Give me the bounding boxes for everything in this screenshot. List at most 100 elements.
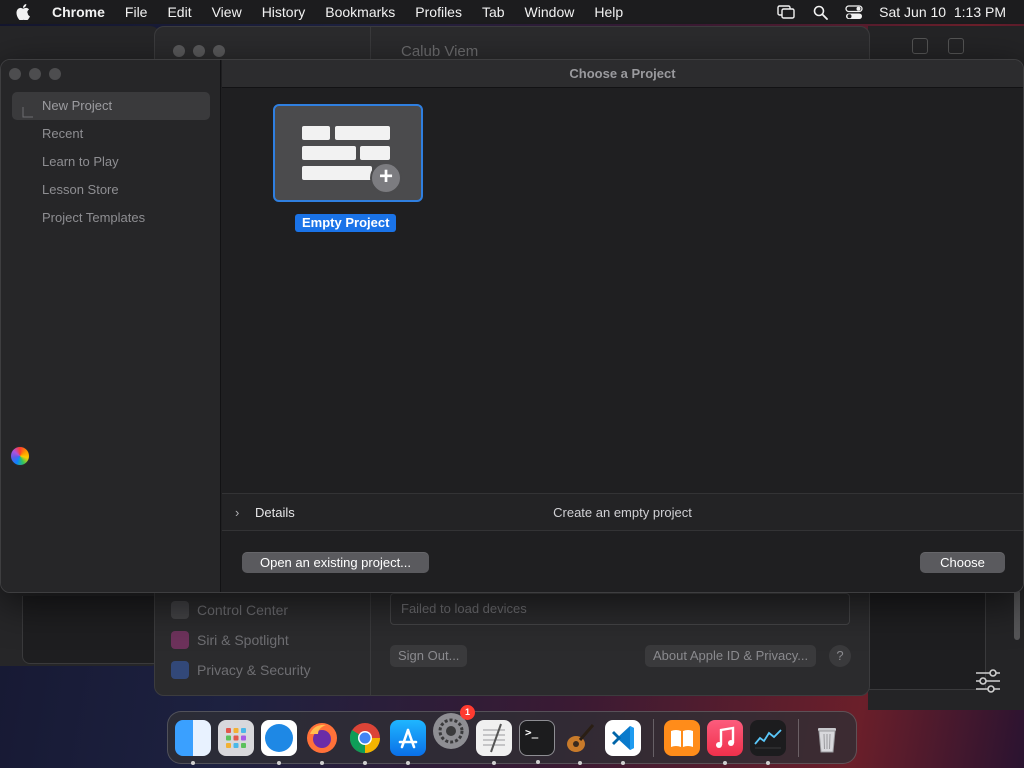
chrome-icon[interactable]: [347, 720, 383, 765]
screen-mirroring-icon[interactable]: [777, 3, 795, 21]
settings-row-label: Control Center: [197, 602, 289, 618]
choose-project-dialog: New Project Recent Learn to Play Lesson …: [0, 59, 1024, 593]
tabs-icon: [948, 38, 964, 54]
new-project-icon: [22, 100, 34, 118]
running-indicator: [621, 760, 625, 765]
template-grid: + Empty Project: [222, 89, 1023, 492]
firefox-icon[interactable]: [304, 720, 340, 765]
running-indicator: [363, 760, 367, 765]
menu-history[interactable]: History: [262, 4, 306, 20]
window-controls: [9, 68, 61, 80]
sign-out-button[interactable]: Sign Out...: [390, 645, 468, 667]
garageband-icon[interactable]: [562, 720, 598, 765]
sliders-icon[interactable]: [974, 668, 1002, 694]
system-settings-icon[interactable]: 1: [433, 704, 475, 749]
project-description: Create an empty project: [553, 505, 692, 520]
terminal-icon[interactable]: >_: [519, 719, 555, 764]
launchpad-icon[interactable]: [218, 719, 254, 756]
menu-view[interactable]: View: [212, 4, 242, 20]
share-icon: [912, 38, 928, 54]
minimize-button[interactable]: [29, 68, 41, 80]
menu-edit[interactable]: Edit: [167, 4, 191, 20]
menu-help[interactable]: Help: [594, 4, 623, 20]
menu-bar: Chrome File Edit View History Bookmarks …: [0, 0, 1024, 24]
running-indicator: [766, 760, 770, 765]
running-indicator: [277, 760, 281, 765]
menu-profiles[interactable]: Profiles: [415, 4, 462, 20]
sidebar-item-new-project[interactable]: New Project: [12, 92, 210, 120]
background-window-left-panel: [22, 596, 162, 664]
close-button[interactable]: [9, 68, 21, 80]
settings-sidebar: Control Center Siri & Spotlight Privacy …: [171, 595, 311, 685]
sidebar-item-recent[interactable]: Recent: [12, 120, 210, 148]
background-panel: [868, 592, 986, 690]
vscode-icon[interactable]: [605, 719, 641, 765]
app-store-icon[interactable]: [390, 719, 426, 765]
books-icon[interactable]: [664, 719, 700, 756]
running-indicator: [536, 759, 540, 764]
finder-icon[interactable]: [175, 719, 211, 765]
sidebar-item-lesson-store[interactable]: Lesson Store: [12, 176, 210, 204]
zoom-button[interactable]: [49, 68, 61, 80]
settings-row-label: Siri & Spotlight: [197, 632, 289, 648]
dialog-title: Choose a Project: [222, 60, 1023, 88]
template-block: [302, 166, 372, 180]
template-block: [302, 126, 330, 140]
settings-row-siri[interactable]: Siri & Spotlight: [171, 625, 311, 655]
sidebar-item-label: Learn to Play: [42, 154, 119, 169]
stocks-icon[interactable]: [750, 719, 786, 765]
music-icon[interactable]: [707, 719, 743, 765]
settings-row-control-center[interactable]: Control Center: [171, 595, 311, 625]
sidebar-item-label: Lesson Store: [42, 182, 119, 197]
dock: 1 >_: [167, 704, 857, 765]
trash-icon[interactable]: [809, 720, 845, 756]
running-indicator: [492, 760, 496, 765]
window-title: Calub Viem: [401, 43, 479, 60]
menu-app-chrome[interactable]: Chrome: [52, 4, 105, 20]
template-block: [360, 146, 390, 160]
textedit-icon[interactable]: [476, 719, 512, 765]
menu-file[interactable]: File: [125, 4, 148, 20]
notification-badge: 1: [460, 704, 475, 720]
running-indicator: [723, 760, 727, 765]
menu-window[interactable]: Window: [525, 4, 575, 20]
siri-icon: [171, 631, 189, 649]
help-button[interactable]: ?: [829, 645, 851, 667]
sidebar-item-label: New Project: [42, 98, 113, 113]
sidebar-item-label: Recent: [42, 126, 84, 141]
menu-tab[interactable]: Tab: [482, 4, 505, 20]
running-indicator: [578, 760, 582, 765]
privacy-hand-icon: [171, 661, 189, 679]
sidebar-item-label: Project Templates: [42, 210, 146, 225]
settings-row-label: Privacy & Security: [197, 662, 311, 678]
control-center-icon[interactable]: [845, 3, 863, 21]
running-indicator: [406, 760, 410, 765]
dock-divider: [798, 718, 799, 757]
dialog-sidebar: New Project Recent Learn to Play Lesson …: [1, 60, 221, 592]
menu-bookmarks[interactable]: Bookmarks: [325, 4, 395, 20]
details-bar: › Details Create an empty project: [222, 493, 1023, 531]
dialog-footer: Open an existing project... Choose: [222, 532, 1023, 592]
settings-row-privacy[interactable]: Privacy & Security: [171, 655, 311, 685]
menu-clock[interactable]: Sat Jun 10 1:13 PM: [879, 4, 1006, 20]
template-block: [335, 126, 390, 140]
empty-project-tile[interactable]: +: [273, 104, 423, 202]
sidebar-list: New Project Recent Learn to Play Lesson …: [12, 92, 210, 232]
apple-icon[interactable]: [16, 4, 38, 20]
sidebar-item-project-templates[interactable]: Project Templates: [12, 204, 210, 232]
dock-divider: [653, 718, 654, 757]
safari-icon[interactable]: [261, 719, 297, 765]
search-icon[interactable]: [811, 3, 829, 21]
control-center-icon: [171, 601, 189, 619]
choose-button[interactable]: Choose: [920, 552, 1005, 573]
template-block: [302, 146, 356, 160]
about-apple-id-button[interactable]: About Apple ID & Privacy...: [645, 645, 817, 667]
add-icon: +: [370, 162, 402, 194]
sidebar-item-learn-to-play[interactable]: Learn to Play: [12, 148, 210, 176]
running-indicator: [191, 760, 195, 765]
scrollbar[interactable]: [1014, 590, 1020, 640]
empty-project-label[interactable]: Empty Project: [295, 214, 397, 232]
color-picker-icon[interactable]: [10, 446, 30, 466]
running-indicator: [320, 760, 324, 765]
open-existing-project-button[interactable]: Open an existing project...: [242, 552, 429, 573]
